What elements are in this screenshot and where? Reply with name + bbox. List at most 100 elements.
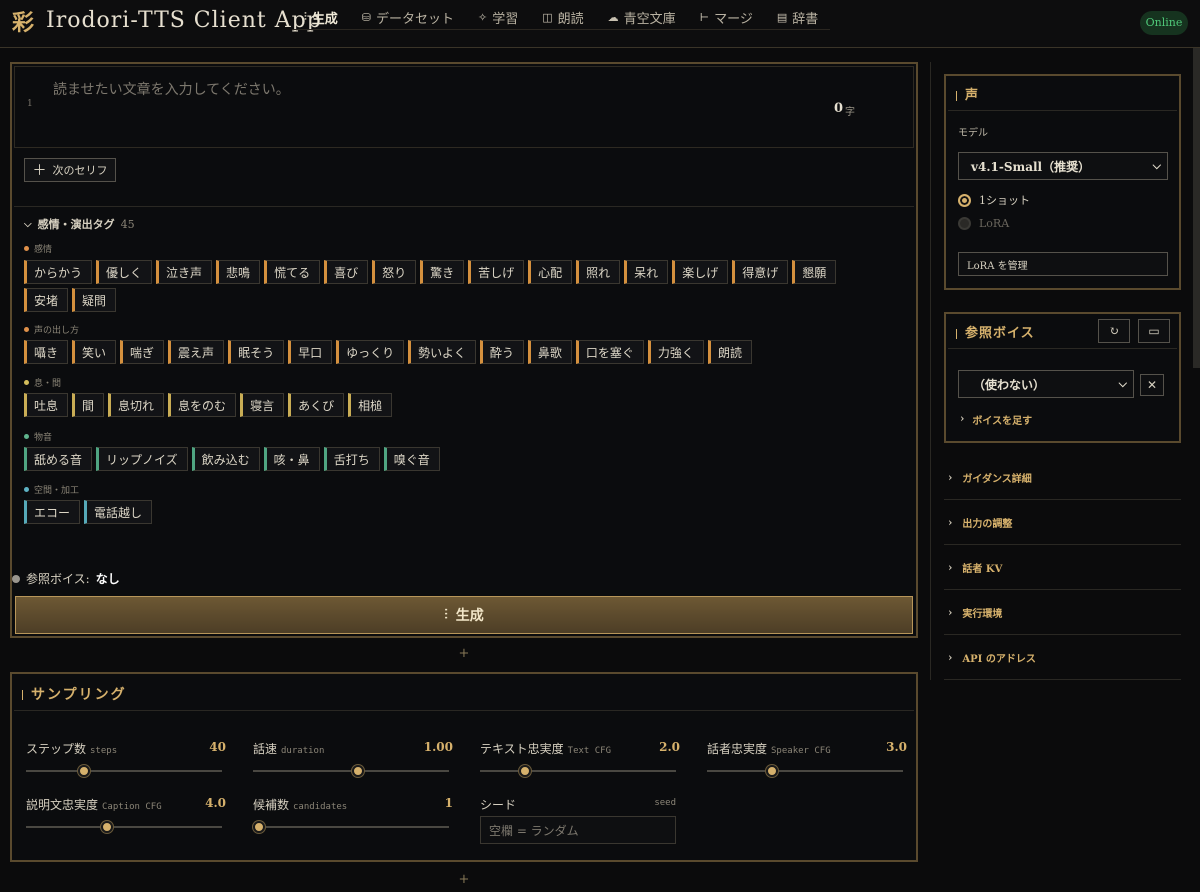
scrollbar[interactable] xyxy=(1193,48,1200,368)
accordion-2[interactable]: › 話者 KV xyxy=(944,545,1181,590)
tag-chip[interactable]: 咳・鼻 xyxy=(263,447,320,471)
tag-chip[interactable]: 怒り xyxy=(372,260,417,284)
tag-chip[interactable]: 吐息 xyxy=(24,393,69,417)
tag-chip[interactable]: 舌打ち xyxy=(323,447,380,471)
tag-chip[interactable]: 安堵 xyxy=(24,288,69,312)
tag-chip[interactable]: 喘ぎ xyxy=(120,340,165,364)
add-section-icon[interactable]: + xyxy=(10,647,918,661)
tag-chip[interactable]: 息切れ xyxy=(108,393,165,417)
tag-chip[interactable]: 早口 xyxy=(288,340,333,364)
tag-chip[interactable]: 悲鳴 xyxy=(216,260,261,284)
slider-thumb[interactable] xyxy=(101,821,114,833)
model-select[interactable]: v4.1-Small（推奨） ⌵ xyxy=(958,152,1168,180)
tag-chip[interactable]: 飲み込む xyxy=(191,447,260,471)
tag-chip[interactable]: 震え声 xyxy=(168,340,225,364)
ref-voice-select[interactable]: （使わない） ⌵ xyxy=(958,370,1134,398)
open-folder-button[interactable]: ▭ xyxy=(1138,319,1170,343)
tag-chip[interactable]: ゆっくり xyxy=(336,340,405,364)
slider-thumb[interactable] xyxy=(77,765,90,777)
tag-chip[interactable]: 慌てる xyxy=(264,260,321,284)
dictionary-icon: ▤ xyxy=(776,10,788,24)
tab-2[interactable]: ✧ 学習 xyxy=(466,4,530,30)
script-textarea[interactable]: 1 読ませたい文章を入力してください。 0 字 xyxy=(14,66,914,148)
tag-chip[interactable]: 相槌 xyxy=(348,393,393,417)
param-name: ステップ数 xyxy=(26,742,87,756)
param-label: 話者忠実度 Speaker CFG xyxy=(707,740,831,757)
tag-chip[interactable]: 鼻歌 xyxy=(527,340,572,364)
add-voice-toggle[interactable]: › ボイスを足す xyxy=(960,412,1032,427)
slider-thumb[interactable] xyxy=(765,765,778,777)
tag-chip[interactable]: 優しく xyxy=(96,260,153,284)
generate-button[interactable]: ⫶ 生成 xyxy=(15,596,913,634)
tab-3[interactable]: ◫ 朗読 xyxy=(530,4,595,30)
slider-track[interactable] xyxy=(26,826,222,828)
tag-chip[interactable]: 得意げ xyxy=(732,260,789,284)
refresh-icon: ↻ xyxy=(1108,324,1120,338)
tab-1[interactable]: ⛁ データセット xyxy=(350,4,466,30)
accordion-1[interactable]: › 出力の調整 xyxy=(944,500,1181,545)
param-value: 1 xyxy=(444,796,453,810)
lora-manage-button[interactable]: LoRA を管理 xyxy=(958,252,1168,276)
tag-chip[interactable]: 口を塞ぐ xyxy=(575,340,644,364)
tag-chip[interactable]: リップノイズ xyxy=(96,447,188,471)
chevron-right-icon: › xyxy=(948,560,953,574)
param-value: 2.0 xyxy=(659,740,680,754)
next-line-button[interactable]: ＋ 次のセリフ xyxy=(24,158,116,182)
slider-track[interactable] xyxy=(707,770,903,772)
tag-group-label: 物音 xyxy=(24,430,52,443)
char-unit: 字 xyxy=(845,107,855,118)
tag-chip[interactable]: 疑問 xyxy=(72,288,117,312)
tag-chip[interactable]: あくび xyxy=(288,393,345,417)
tag-chip[interactable]: 嗅ぐ音 xyxy=(383,447,440,471)
add-voice-label: ボイスを足す xyxy=(972,416,1033,427)
tag-chip[interactable]: 照れ xyxy=(576,260,621,284)
add-section-icon[interactable]: + xyxy=(10,873,918,887)
tag-chip[interactable]: 舐める音 xyxy=(24,447,93,471)
option-lora[interactable]: LoRA xyxy=(958,217,1009,230)
tag-chip[interactable]: 朗読 xyxy=(707,340,752,364)
tag-chip[interactable]: 力強く xyxy=(647,340,704,364)
tag-chip[interactable]: 泣き声 xyxy=(156,260,213,284)
clear-ref-button[interactable]: ✕ xyxy=(1140,374,1164,396)
tag-chip[interactable]: からかう xyxy=(24,260,93,284)
status-dot-icon xyxy=(12,574,20,583)
tag-chip[interactable]: 酔う xyxy=(479,340,524,364)
tag-chip[interactable]: 眠そう xyxy=(228,340,285,364)
tag-chip[interactable]: 楽しげ xyxy=(672,260,729,284)
accordion-4[interactable]: › API のアドレス xyxy=(944,635,1181,680)
tag-chip[interactable]: 心配 xyxy=(528,260,573,284)
slider-thumb[interactable] xyxy=(518,765,531,777)
tags-toggle[interactable]: ⌵ 感情・演出タグ 45 xyxy=(24,216,135,232)
tag-chip[interactable]: 呆れ xyxy=(624,260,669,284)
slider-track[interactable] xyxy=(253,770,449,772)
param-name: 候補数 xyxy=(253,798,290,812)
tab-0[interactable]: ⫶ 生成 xyxy=(292,4,350,30)
tag-chip[interactable]: 寝言 xyxy=(240,393,285,417)
param-value: 4.0 xyxy=(205,796,226,810)
tab-6[interactable]: ▤ 辞書 xyxy=(765,4,830,30)
tag-chip[interactable]: 息をのむ xyxy=(168,393,237,417)
tag-chip[interactable]: 驚き xyxy=(420,260,465,284)
tab-5[interactable]: ⊢ マージ xyxy=(688,4,765,30)
slider-track[interactable] xyxy=(26,770,222,772)
slider-thumb[interactable] xyxy=(253,821,265,833)
tag-chip[interactable]: 笑い xyxy=(72,340,117,364)
tag-chip[interactable]: 囁き xyxy=(24,340,69,364)
merge-icon: ⊢ xyxy=(699,10,710,24)
tag-chip[interactable]: 懇願 xyxy=(792,260,837,284)
slider-track[interactable] xyxy=(253,826,449,828)
accordion-0[interactable]: › ガイダンス詳細 xyxy=(944,455,1181,500)
slider-thumb[interactable] xyxy=(352,765,365,777)
tag-chip[interactable]: 電話越し xyxy=(84,500,153,524)
refresh-button[interactable]: ↻ xyxy=(1098,319,1130,343)
tag-chip[interactable]: エコー xyxy=(24,500,81,524)
seed-input[interactable]: 空欄 = ランダム xyxy=(480,816,676,844)
tag-chip[interactable]: 間 xyxy=(72,393,105,417)
tag-chip[interactable]: 勢いよく xyxy=(408,340,476,364)
tag-chip[interactable]: 苦しげ xyxy=(468,260,525,284)
tag-chip[interactable]: 喜び xyxy=(324,260,369,284)
tab-4[interactable]: ☁ 青空文庫 xyxy=(596,4,688,30)
slider-track[interactable] xyxy=(480,770,676,772)
option-1shot[interactable]: 1ショット xyxy=(958,192,1030,208)
accordion-3[interactable]: › 実行環境 xyxy=(944,590,1181,635)
